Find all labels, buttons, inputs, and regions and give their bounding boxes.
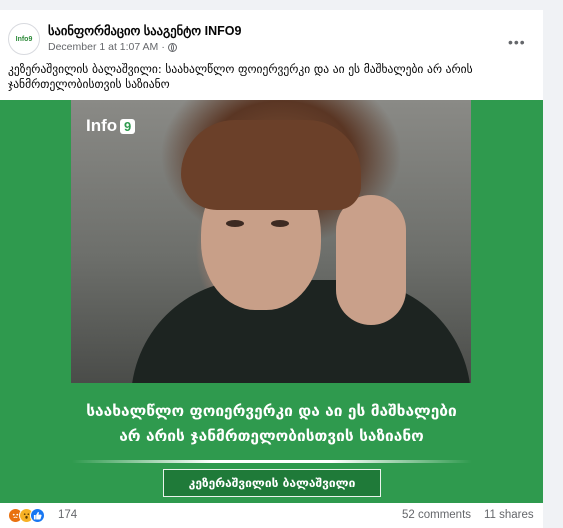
page-avatar[interactable]: Info9 <box>8 23 40 55</box>
headline-divider <box>72 460 472 463</box>
reaction-icons[interactable] <box>8 508 45 523</box>
portrait-photo: Info 9 <box>71 100 471 383</box>
name-plate: კეზერაშვილის ბალაშვილი <box>163 469 381 497</box>
logo-text: Info <box>86 116 118 135</box>
post-meta: December 1 at 1:07 AM · <box>48 41 177 53</box>
comments-link[interactable]: 52 comments <box>402 509 471 521</box>
image-headline: საახალწლო ფოიერვერკი და აი ეს მაშხალები … <box>0 399 543 449</box>
shares-link[interactable]: 11 shares <box>484 509 534 521</box>
reaction-count[interactable]: 174 <box>58 509 77 521</box>
post-image[interactable]: Info 9 საახალწლო ფოიერვერკი და აი ეს მაშ… <box>0 100 543 503</box>
scroll-background <box>543 0 563 528</box>
headline-line-2: არ არის ჯანმრთელობისთვის საზიანო <box>119 427 424 445</box>
info9-logo: Info 9 <box>86 116 136 136</box>
avatar-logo-text: Info9 <box>15 35 33 43</box>
globe-icon <box>167 42 177 52</box>
post-timestamp[interactable]: December 1 at 1:07 AM <box>48 41 158 53</box>
post-header: Info9 საინფორმაციო სააგენტო INFO9 Decemb… <box>0 10 543 60</box>
headline-line-1: საახალწლო ფოიერვერკი და აი ეს მაშხალები <box>86 402 457 420</box>
like-icon <box>30 508 45 523</box>
post-footer: 174 52 comments 11 shares <box>0 505 543 528</box>
more-options-button[interactable]: ••• <box>508 34 526 50</box>
post-body-text: კეზერაშვილის ბალაშვილი: საახალწლო ფოიერვ… <box>8 62 473 91</box>
page-name-link[interactable]: საინფორმაციო სააგენტო INFO9 <box>48 23 241 38</box>
logo-badge: 9 <box>120 118 136 134</box>
